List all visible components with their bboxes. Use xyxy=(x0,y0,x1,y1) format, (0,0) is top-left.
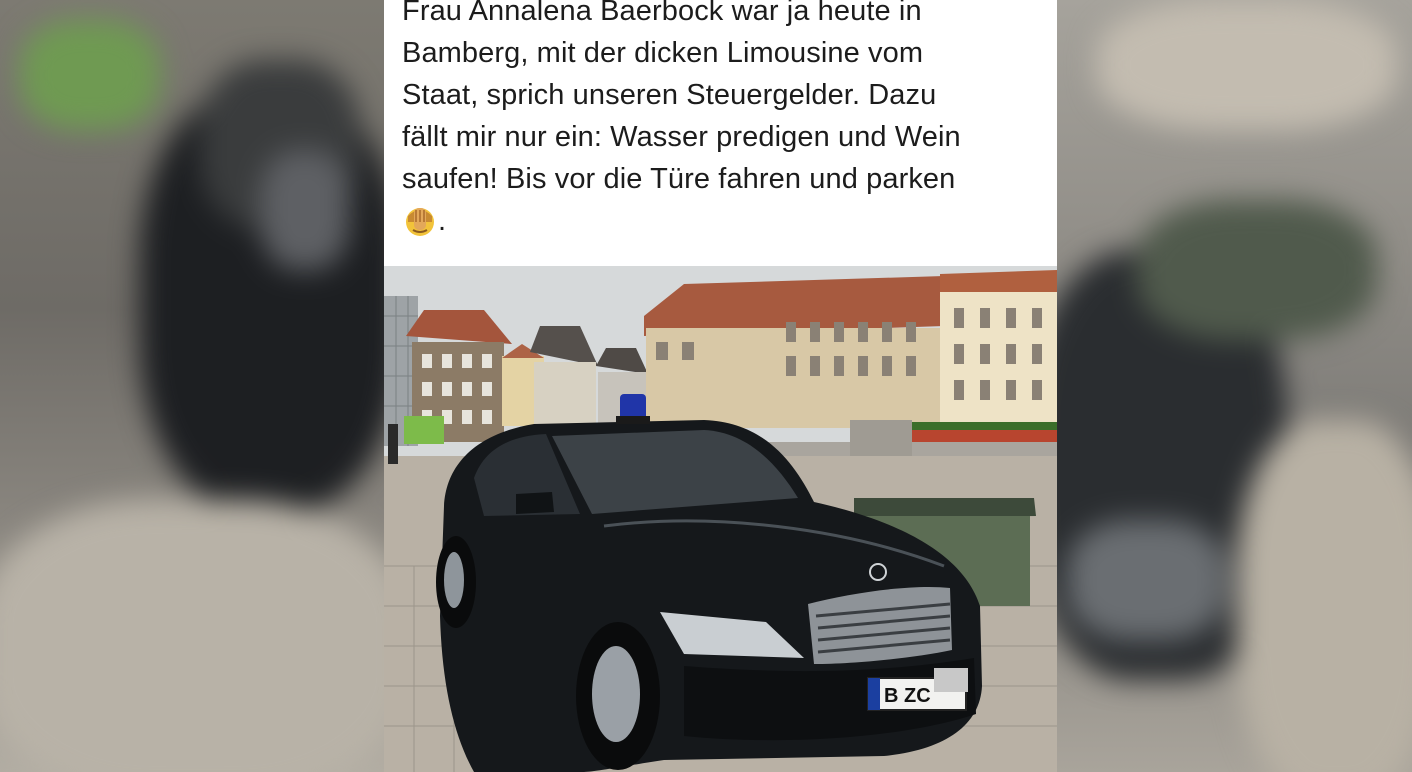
post-trailing-period: . xyxy=(438,205,447,237)
post-text-line: Frau Annalena Baerbock war ja heute in xyxy=(402,0,922,27)
license-plate-text: B ZC xyxy=(884,685,931,707)
post-text-line-emoji: . xyxy=(402,200,1047,242)
screenshot-frame: Frau Annalena Baerbock war ja heute in B… xyxy=(0,0,1412,772)
car-photo-illustration: B ZC xyxy=(384,266,1057,772)
post-text-line: Bamberg, mit der dicken Limousine vom xyxy=(402,37,924,69)
post-body-text: Frau Annalena Baerbock war ja heute in B… xyxy=(402,0,1047,242)
blurred-background-right xyxy=(1057,0,1412,772)
social-post-card: Frau Annalena Baerbock war ja heute in B… xyxy=(384,0,1057,772)
post-text-line: fällt mir nur ein: Wasser predigen und W… xyxy=(402,121,961,153)
post-text-line: saufen! Bis vor die Türe fahren und park… xyxy=(402,163,956,195)
post-text-line: Staat, sprich unseren Steuergelder. Dazu xyxy=(402,79,937,111)
post-photo: B ZC xyxy=(384,266,1057,772)
blurred-background-left xyxy=(0,0,384,772)
face-palm-emoji-icon xyxy=(402,202,438,238)
